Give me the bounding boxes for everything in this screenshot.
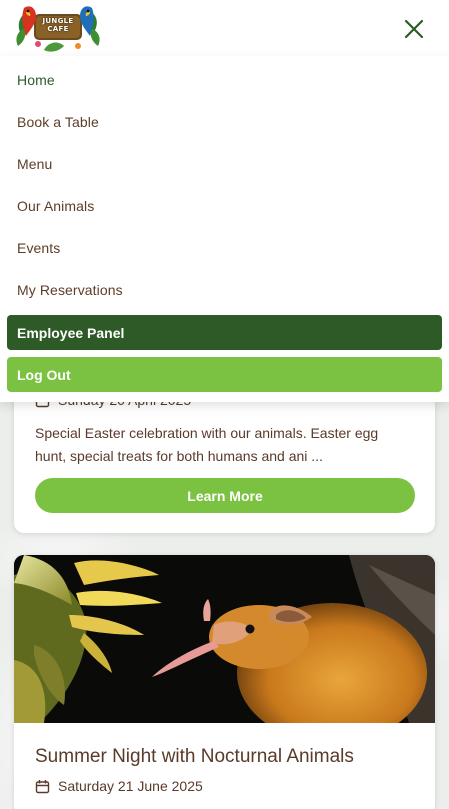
event-description: Special Easter celebration with our anim… xyxy=(35,425,379,464)
close-menu-button[interactable] xyxy=(398,14,430,44)
event-image xyxy=(14,555,435,743)
employee-panel-button[interactable]: Employee Panel xyxy=(7,315,442,350)
event-title: Summer Night with Nocturnal Animals xyxy=(35,746,354,767)
site-header: JUNGLE CAFE xyxy=(0,0,449,56)
jungle-cafe-logo[interactable]: JUNGLE CAFE xyxy=(14,2,102,54)
nav-item-home[interactable]: Home xyxy=(17,72,55,88)
event-date-text: Saturday 21 June 2025 xyxy=(58,778,203,794)
nav-item-our-animals[interactable]: Our Animals xyxy=(17,198,94,214)
event-date: Saturday 21 June 2025 xyxy=(35,778,203,794)
calendar-icon xyxy=(35,779,50,794)
bat-photo-illustration xyxy=(14,555,435,743)
nav-item-events[interactable]: Events xyxy=(17,240,60,256)
log-out-button[interactable]: Log Out xyxy=(7,357,442,392)
learn-more-button[interactable]: Learn More xyxy=(35,478,415,513)
nav-item-menu[interactable]: Menu xyxy=(17,156,52,172)
nav-item-book-a-table[interactable]: Book a Table xyxy=(17,114,99,130)
close-icon xyxy=(404,19,424,39)
mobile-nav-menu: Home Book a Table Menu Our Animals Event… xyxy=(0,56,449,402)
event-card: Summer Night with Nocturnal Animals Satu… xyxy=(14,555,435,809)
logo-text: JUNGLE CAFE xyxy=(42,17,74,33)
nav-item-my-reservations[interactable]: My Reservations xyxy=(17,282,123,298)
